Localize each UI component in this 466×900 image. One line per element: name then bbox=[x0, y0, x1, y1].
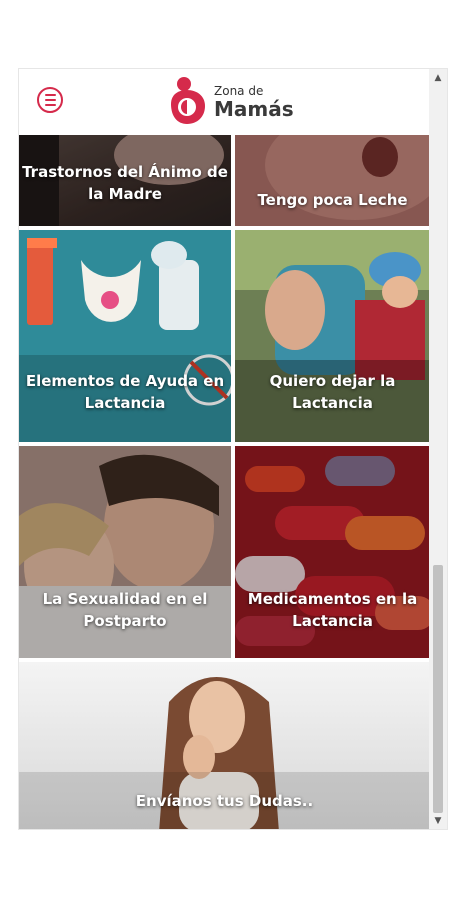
tile-elementos-ayuda[interactable]: Elementos de Ayuda en Lactancia bbox=[19, 230, 231, 442]
tile-label: La Sexualidad en el Postparto bbox=[42, 590, 208, 630]
tile-sexualidad-postparto[interactable]: La Sexualidad en el Postparto bbox=[19, 446, 231, 658]
hamburger-menu-icon[interactable] bbox=[37, 87, 63, 113]
logo-small-text: Zona de bbox=[214, 84, 264, 98]
baby-crying-image bbox=[235, 135, 430, 226]
tile-medicamentos-lactancia[interactable]: Medicamentos en la Lactancia bbox=[235, 446, 430, 658]
app-header: Zona de Mamás bbox=[19, 69, 430, 133]
triangle-down-icon[interactable]: ▼ bbox=[429, 812, 447, 829]
tile-envianos-dudas[interactable]: Envíanos tus Dudas.. bbox=[19, 662, 430, 829]
tile-label: Elementos de Ayuda en Lactancia bbox=[25, 372, 225, 412]
tile-label: Quiero dejar la Lactancia bbox=[269, 372, 396, 412]
tile-label: Medicamentos en la Lactancia bbox=[247, 590, 418, 630]
tile-label: Envíanos tus Dudas.. bbox=[135, 792, 314, 810]
logo-text: Zona de Mamás bbox=[214, 85, 294, 119]
app-frame: Zona de Mamás Trastornos del Ánimo de la… bbox=[18, 68, 448, 830]
tile-label: Trastornos del Ánimo de la Madre bbox=[22, 163, 228, 203]
scrollbar-thumb[interactable] bbox=[433, 565, 443, 813]
mother-logo-icon bbox=[171, 77, 205, 124]
triangle-up-icon[interactable]: ▲ bbox=[429, 69, 447, 86]
tile-trastornos-animo[interactable]: Trastornos del Ánimo de la Madre bbox=[19, 135, 231, 226]
app-logo[interactable]: Zona de Mamás bbox=[167, 75, 294, 129]
logo-big-text: Mamás bbox=[214, 97, 294, 121]
tile-poca-leche[interactable]: Tengo poca Leche bbox=[235, 135, 430, 226]
vertical-scrollbar[interactable]: ▲ ▼ bbox=[429, 69, 447, 829]
tile-label: Tengo poca Leche bbox=[257, 191, 408, 209]
menu-line bbox=[44, 104, 56, 106]
menu-line bbox=[44, 99, 56, 101]
tile-dejar-lactancia[interactable]: Quiero dejar la Lactancia bbox=[235, 230, 430, 442]
menu-line bbox=[44, 94, 56, 96]
